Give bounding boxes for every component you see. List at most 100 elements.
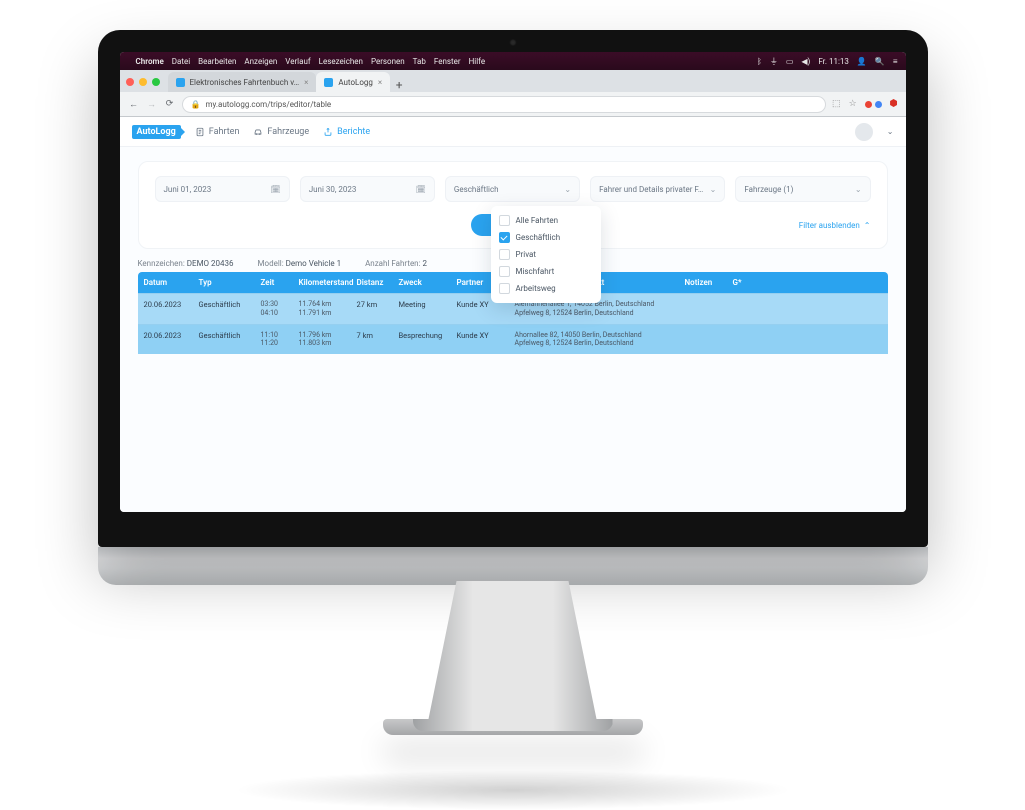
cell-g (727, 325, 888, 355)
cell-dist: 27 km (351, 294, 393, 324)
type-option[interactable]: Geschäftlich (497, 229, 595, 246)
col-zweck: Zweck (393, 272, 451, 293)
battery-icon[interactable]: ▭ (786, 57, 794, 66)
user-icon[interactable]: 👤 (857, 57, 867, 66)
tab-title: AutoLogg (338, 78, 373, 87)
menubar-clock[interactable]: Fr. 11:13 (818, 57, 849, 66)
checkbox-icon[interactable] (499, 283, 510, 294)
type-option[interactable]: Alle Fahrten (497, 212, 595, 229)
close-tab-icon[interactable]: × (378, 78, 382, 87)
star-icon[interactable]: ☆ (849, 99, 857, 109)
tab-title: Elektronisches Fahrtenbuch v… (190, 78, 300, 87)
chevron-down-icon[interactable]: ⌄ (887, 127, 894, 136)
checkbox-icon[interactable] (499, 232, 510, 243)
filter-card: Juni 01, 2023 🗓 Juni 30, 2023 🗓 Geschäft… (138, 161, 888, 249)
menubar-item[interactable]: Hilfe (469, 57, 486, 66)
col-datum: Datum (138, 272, 193, 293)
option-label: Geschäftlich (516, 233, 561, 242)
cell-zeit: 11:1011:20 (255, 325, 293, 355)
document-icon (195, 127, 205, 137)
app-logo[interactable]: AutoLogg (132, 125, 181, 139)
menubar-item[interactable]: Personen (371, 57, 405, 66)
browser-chrome: Elektronisches Fahrtenbuch v… × AutoLogg… (120, 70, 906, 117)
search-icon[interactable]: 🔍 (875, 57, 885, 66)
table-row[interactable]: 20.06.2023 Geschäftlich 11:1011:20 11.79… (138, 324, 888, 355)
nav-reports[interactable]: Berichte (323, 127, 370, 137)
browser-tab[interactable]: Elektronisches Fahrtenbuch v… × (168, 72, 317, 92)
cell-g (727, 294, 888, 324)
nav-vehicles[interactable]: Fahrzeuge (253, 127, 309, 137)
cell-zeit: 03:3004:10 (255, 294, 293, 324)
date-to-select[interactable]: Juni 30, 2023 🗓 (300, 176, 435, 202)
cell-az: Ahornallee 82, 14050 Berlin, Deutschland… (509, 325, 679, 355)
cell-zweck: Besprechung (393, 325, 451, 355)
type-option[interactable]: Privat (497, 246, 595, 263)
checkbox-icon[interactable] (499, 249, 510, 260)
type-value: Geschäftlich (454, 185, 499, 194)
cell-datum: 20.06.2023 (138, 294, 193, 324)
type-option[interactable]: Mischfahrt (497, 263, 595, 280)
window-minimize-button[interactable] (139, 78, 147, 86)
close-tab-icon[interactable]: × (304, 78, 308, 87)
menubar-item[interactable]: Tab (413, 57, 426, 66)
date-from-select[interactable]: Juni 01, 2023 🗓 (155, 176, 290, 202)
menubar-item[interactable]: Fenster (434, 57, 461, 66)
cell-km: 11.764 km11.791 km (293, 294, 351, 324)
favicon-icon (324, 78, 333, 87)
favicon-icon (176, 78, 185, 87)
checkbox-icon[interactable] (499, 215, 510, 226)
checkbox-icon[interactable] (499, 266, 510, 277)
chevron-up-icon: ⌃ (864, 221, 871, 230)
imac-chin (98, 547, 928, 585)
menubar-item[interactable]: Verlauf (285, 57, 310, 66)
wifi-icon[interactable]: ⏚ (770, 56, 778, 67)
adblock-icon[interactable]: ⬢ (890, 99, 898, 109)
type-option[interactable]: Arbeitsweg (497, 280, 595, 297)
extension-icon[interactable] (865, 101, 882, 108)
menu-icon[interactable]: ≡ (893, 57, 898, 66)
menubar-item[interactable]: Bearbeiten (198, 57, 236, 66)
type-select[interactable]: Geschäftlich ⌄ (445, 176, 580, 202)
date-from-value: Juni 01, 2023 (164, 185, 212, 194)
avatar[interactable] (855, 123, 873, 141)
chevron-down-icon: ⌄ (710, 185, 717, 194)
export-icon (323, 127, 333, 137)
browser-tab-active[interactable]: AutoLogg × (316, 72, 390, 92)
app-nav: AutoLogg Fahrten Fahrzeuge Berichte (120, 117, 906, 147)
cell-dist: 7 km (351, 325, 393, 355)
vehicle-select[interactable]: Fahrzeuge (1) ⌄ (735, 176, 870, 202)
label: Anzahl Fahrten: (365, 259, 420, 268)
bluetooth-icon[interactable]: ᛒ (757, 57, 762, 66)
vehicle-value: Fahrzeuge (1) (744, 185, 793, 194)
option-label: Arbeitsweg (516, 284, 556, 293)
back-icon[interactable]: ← (128, 99, 140, 110)
nav-label: Fahrzeuge (267, 127, 309, 137)
col-g: G* (727, 272, 888, 293)
calendar-icon: 🗓 (416, 185, 426, 194)
driver-select[interactable]: Fahrer und Details privater F… ⌄ (590, 176, 725, 202)
chevron-down-icon: ⌄ (855, 185, 862, 194)
extension-icon[interactable]: ⬚ (832, 99, 841, 109)
lock-icon: 🔒 (191, 100, 201, 109)
hide-filter-link[interactable]: Filter ausblenden ⌃ (799, 221, 871, 230)
address-bar[interactable]: 🔒 my.autologg.com/trips/editor/table (182, 96, 827, 113)
car-icon (253, 127, 263, 137)
menubar-app[interactable]: Chrome (136, 57, 164, 66)
window-maximize-button[interactable] (152, 78, 160, 86)
menubar-item[interactable]: Datei (172, 57, 190, 66)
menubar-item[interactable]: Anzeigen (244, 57, 277, 66)
cell-datum: 20.06.2023 (138, 325, 193, 355)
new-tab-button[interactable]: + (390, 78, 408, 92)
forward-icon[interactable]: → (146, 99, 158, 110)
menubar-item[interactable]: Lesezeichen (319, 57, 363, 66)
value: DEMO 20436 (187, 259, 234, 268)
reload-icon[interactable]: ⟳ (164, 99, 176, 109)
col-km: Kilometerstand (293, 272, 351, 293)
window-close-button[interactable] (126, 78, 134, 86)
calendar-icon: 🗓 (271, 185, 281, 194)
volume-icon[interactable]: ◀) (801, 57, 810, 66)
imac-camera (509, 39, 516, 46)
hide-filter-label: Filter ausblenden (799, 221, 860, 230)
nav-trips[interactable]: Fahrten (195, 127, 240, 137)
option-label: Privat (516, 250, 537, 259)
